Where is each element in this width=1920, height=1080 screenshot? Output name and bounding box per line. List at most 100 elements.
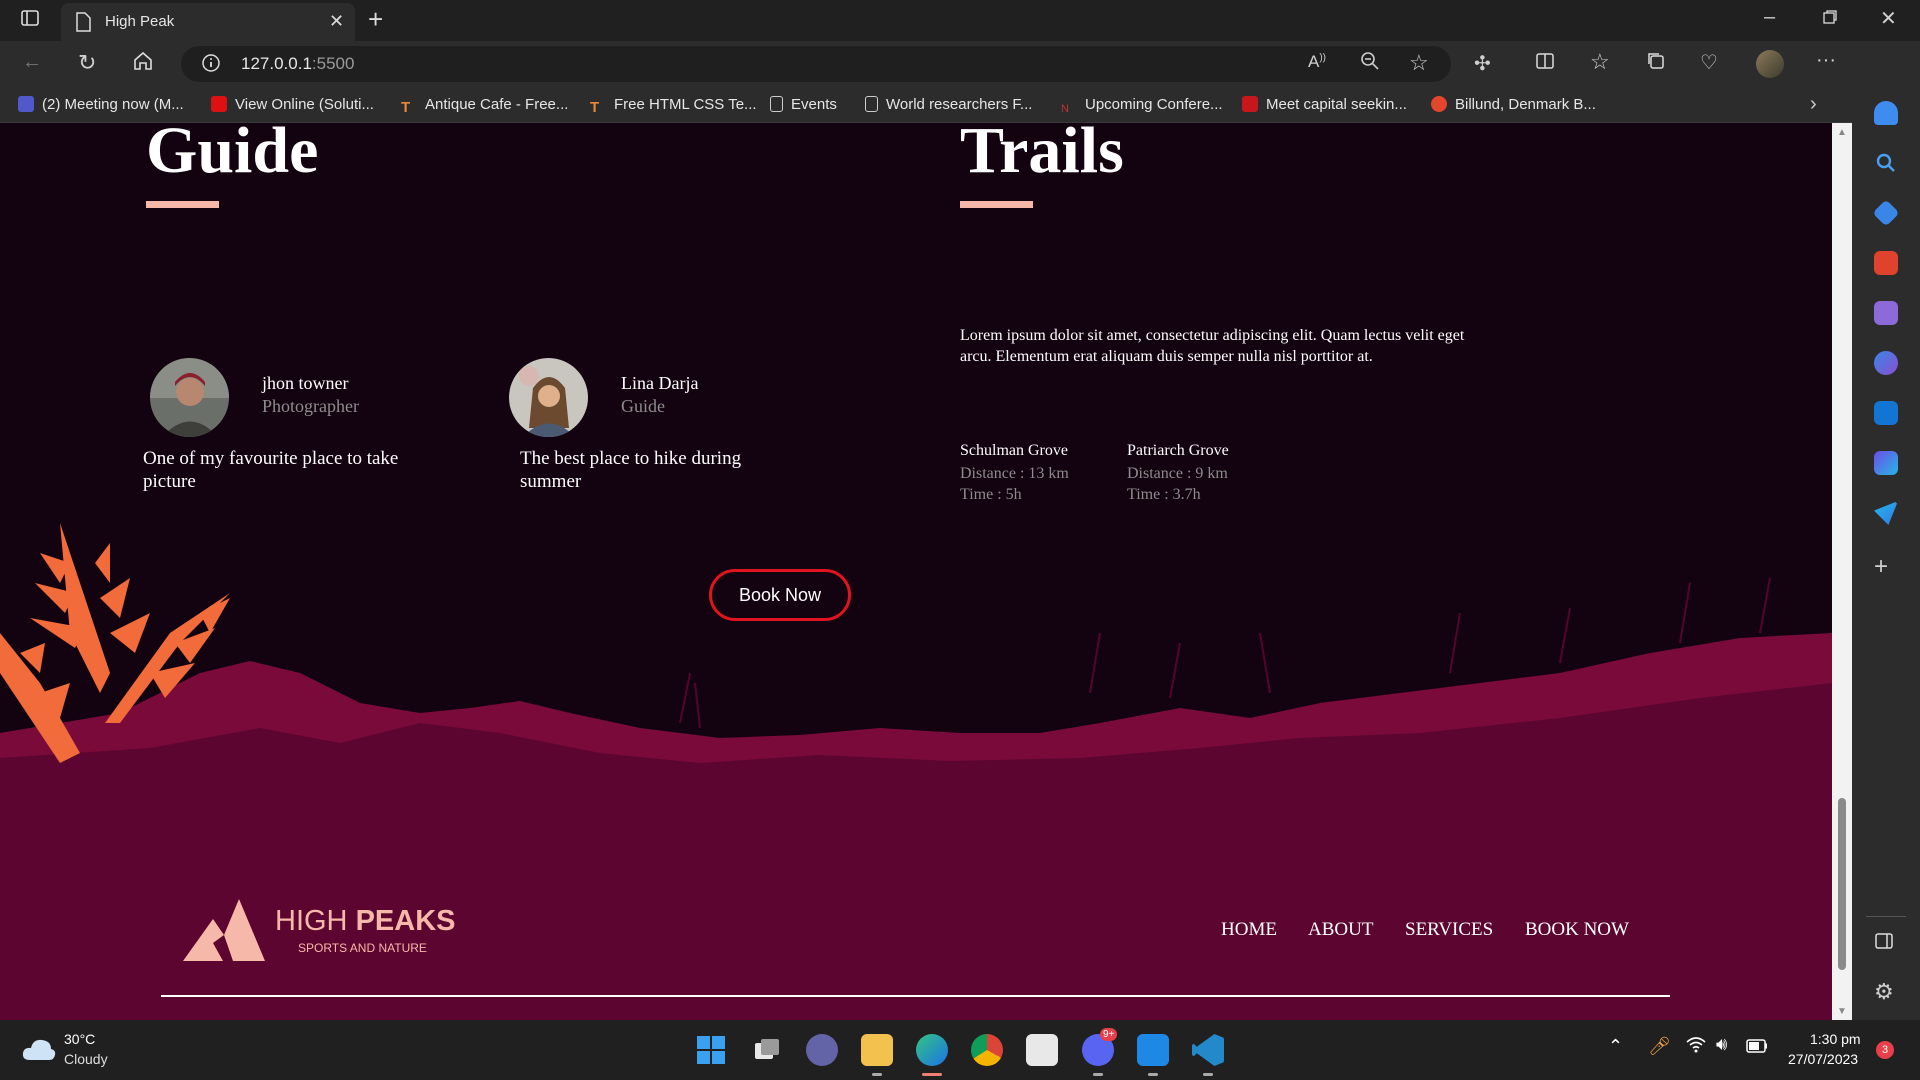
tab-high-peak[interactable]: High Peak ✕ <box>61 3 355 41</box>
notification-count-badge[interactable]: 3 <box>1876 1041 1894 1059</box>
nav-services[interactable]: SERVICES <box>1405 919 1493 941</box>
more-options-icon[interactable]: ··· <box>1816 49 1836 72</box>
file-explorer-icon[interactable] <box>861 1034 893 1066</box>
close-tab-icon[interactable]: ✕ <box>329 11 344 32</box>
wifi-icon[interactable] <box>1686 1036 1706 1059</box>
edge-browser-icon[interactable] <box>916 1034 948 1066</box>
notification-bell-icon[interactable] <box>1874 101 1898 125</box>
browser-essentials-icon[interactable]: ♡ <box>1700 50 1718 75</box>
n-logo-icon: N <box>1061 103 1069 115</box>
trail-distance: Distance : 13 km <box>960 465 1069 482</box>
trail-time: Time : 5h <box>960 486 1022 503</box>
minimize-icon[interactable]: – <box>1764 6 1775 29</box>
trail-name: Schulman Grove <box>960 442 1068 459</box>
url-host: 127.0.0.1 <box>241 54 312 73</box>
taskbar: 30°C Cloudy 9+ ⌃ 🎤︎ 🔊︎ 1:30 pm 27/07/202… <box>0 1020 1920 1080</box>
bookmark-world-researchers[interactable]: World researchers F... <box>865 96 1032 113</box>
outlook-icon[interactable] <box>1874 401 1898 425</box>
trails-heading: Trails <box>960 123 1124 187</box>
bookmark-view-online[interactable]: View Online (Soluti... <box>211 96 374 113</box>
read-aloud-icon[interactable]: A)) <box>1308 52 1326 72</box>
refresh-icon[interactable]: ↻ <box>78 50 96 76</box>
nav-about[interactable]: ABOUT <box>1308 919 1373 941</box>
favorites-icon[interactable]: ☆ <box>1590 49 1610 75</box>
bookmark-events[interactable]: Events <box>770 96 837 113</box>
chrome-icon[interactable] <box>971 1034 1003 1066</box>
t-logo-icon: T <box>590 99 600 116</box>
chevron-right-icon[interactable]: › <box>1810 93 1817 116</box>
vscode-icon[interactable] <box>1192 1034 1224 1066</box>
bookmark-billund[interactable]: Billund, Denmark B... <box>1431 96 1596 113</box>
t-logo-icon: T <box>401 99 411 116</box>
extensions-icon[interactable]: ✣ <box>1474 51 1491 76</box>
page-icon <box>770 96 783 112</box>
tab-actions-icon[interactable] <box>18 8 42 32</box>
bookmark-antique-cafe[interactable]: T Antique Cafe - Free... <box>401 96 568 116</box>
active-indicator <box>922 1073 942 1076</box>
search-icon[interactable] <box>1874 151 1898 175</box>
microphone-icon[interactable]: 🎤︎ <box>1648 1036 1671 1057</box>
zoom-out-icon[interactable] <box>1359 50 1381 78</box>
address-bar[interactable]: 127.0.0.1:5500 A)) ☆ <box>181 46 1451 82</box>
home-icon[interactable] <box>132 50 154 78</box>
discord-badge: 9+ <box>1100 1028 1118 1041</box>
url-port: :5500 <box>311 54 355 73</box>
windows-start-icon[interactable] <box>695 1034 727 1066</box>
trails-underline <box>960 201 1033 208</box>
settings-gear-icon[interactable]: ⚙ <box>1874 979 1894 1005</box>
shopping-tag-icon[interactable] <box>1872 199 1900 227</box>
site-info-icon[interactable] <box>201 53 221 78</box>
microsoft-365-icon[interactable] <box>1874 351 1898 375</box>
avatar <box>509 358 588 437</box>
close-window-icon[interactable]: ✕ <box>1880 6 1897 31</box>
task-view-icon[interactable] <box>751 1034 783 1066</box>
chevron-up-icon[interactable]: ⌃ <box>1608 1036 1623 1057</box>
mail-icon[interactable] <box>1137 1034 1169 1066</box>
favorite-star-icon[interactable]: ☆ <box>1409 50 1429 76</box>
weather-cloud-icon[interactable] <box>22 1036 56 1067</box>
page-scrollbar[interactable]: ▲ ▼ <box>1832 123 1852 1020</box>
back-icon[interactable]: ← <box>22 51 42 74</box>
bookmark-teams[interactable]: (2) Meeting now (M... <box>18 96 184 113</box>
active-indicator <box>872 1073 882 1076</box>
scrollbar-thumb[interactable] <box>1838 798 1846 970</box>
volume-icon[interactable]: 🔊︎ <box>1716 1034 1727 1055</box>
trails-paragraph: Lorem ipsum dolor sit amet, consectetur … <box>960 327 1465 365</box>
hide-sidebar-icon[interactable] <box>1874 931 1894 957</box>
games-icon[interactable] <box>1874 301 1898 325</box>
teams-chat-icon[interactable] <box>806 1034 838 1066</box>
tab-title: High Peak <box>105 13 175 30</box>
clock-date[interactable]: 27/07/2023 <box>1788 1051 1858 1067</box>
e-logo-icon <box>1431 96 1447 112</box>
guide-underline <box>146 201 219 208</box>
battery-icon[interactable] <box>1746 1036 1768 1059</box>
nav-home[interactable]: HOME <box>1221 919 1277 941</box>
send-icon[interactable] <box>1874 501 1898 525</box>
trail-distance: Distance : 9 km <box>1127 465 1228 482</box>
nav-book-now[interactable]: BOOK NOW <box>1525 919 1629 941</box>
person-role: Photographer <box>262 396 359 416</box>
trail-name: Patriarch Grove <box>1127 442 1229 459</box>
new-tab-icon[interactable]: + <box>368 4 383 35</box>
restore-icon[interactable] <box>1822 8 1838 31</box>
weather-status: Cloudy <box>64 1051 108 1067</box>
microsoft-store-icon[interactable] <box>1026 1034 1058 1066</box>
active-indicator <box>1148 1073 1158 1076</box>
profile-avatar[interactable] <box>1756 50 1784 78</box>
guide-heading: Guide <box>146 123 319 187</box>
teams-icon <box>18 96 34 112</box>
bookmark-meet-capital[interactable]: Meet capital seekin... <box>1242 96 1407 113</box>
active-indicator <box>1203 1073 1213 1076</box>
clock-time[interactable]: 1:30 pm <box>1810 1031 1861 1047</box>
split-screen-icon[interactable] <box>1535 51 1555 77</box>
web-page: Guide Trails jhon towner Photographer On… <box>0 123 1832 1020</box>
logo-text-light: HIGH <box>275 905 356 937</box>
bookmark-upcoming-conference[interactable]: N Upcoming Confere... <box>1061 96 1223 119</box>
designer-icon[interactable] <box>1874 451 1898 475</box>
bookmarks-bar: (2) Meeting now (M... View Online (Solut… <box>0 87 1920 123</box>
add-icon[interactable]: + <box>1874 553 1888 581</box>
bookmark-free-html[interactable]: T Free HTML CSS Te... <box>590 96 757 116</box>
logo-subtitle: SPORTS AND NATURE <box>298 941 427 955</box>
collections-icon[interactable] <box>1646 51 1666 77</box>
tools-icon[interactable] <box>1874 251 1898 275</box>
